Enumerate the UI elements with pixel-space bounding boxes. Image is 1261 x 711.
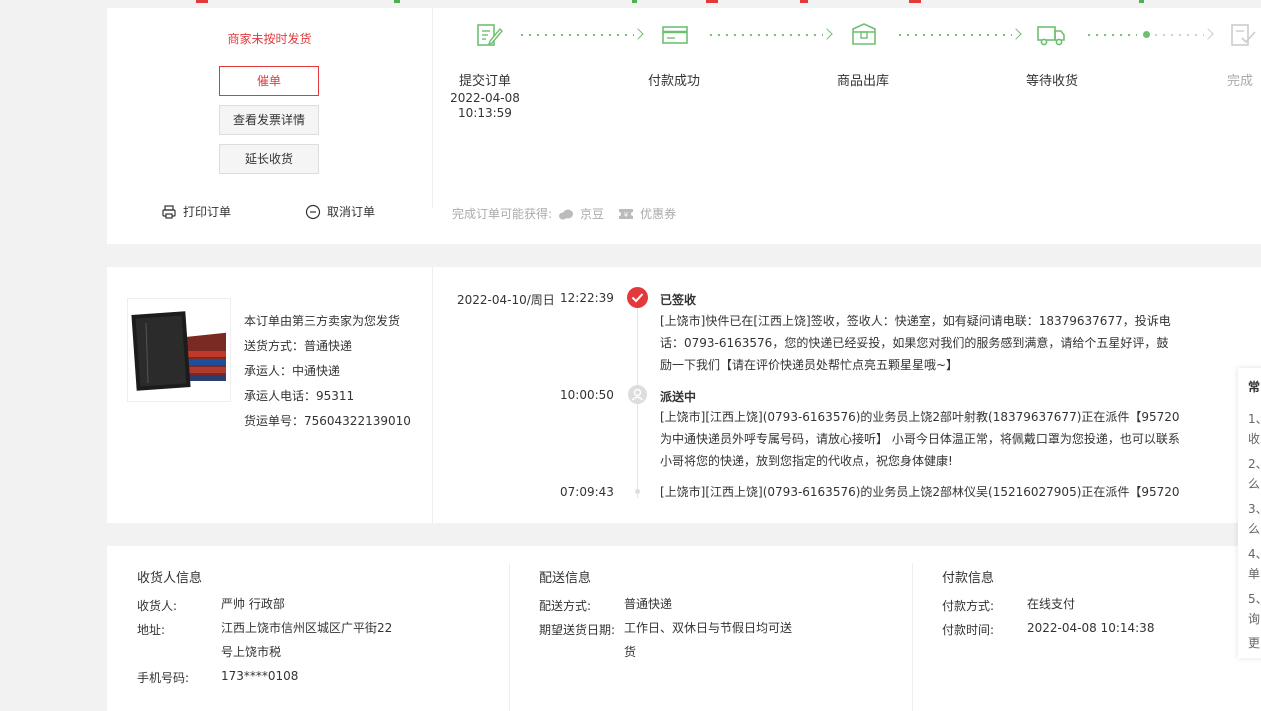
jingdou-icon bbox=[559, 209, 574, 219]
faq-item[interactable]: 么 bbox=[1248, 475, 1260, 492]
faq-item[interactable]: 3、 bbox=[1248, 500, 1261, 517]
payment-info-title: 付款信息 bbox=[942, 571, 995, 586]
extend-receipt-button[interactable]: 延长收货 bbox=[219, 144, 319, 174]
step-label-paid: 付款成功 bbox=[647, 74, 700, 89]
courier-icon bbox=[628, 385, 647, 404]
tracking-date: 2022-04-10/周日 bbox=[457, 293, 555, 307]
tracking-body: [上饶市][江西上饶](0793-6163576)的业务员上饶2部林仪吴(152… bbox=[660, 485, 1180, 499]
print-order-label: 打印订单 bbox=[183, 205, 232, 219]
payment-method: 在线支付 bbox=[1027, 597, 1076, 611]
product-thumbnail[interactable] bbox=[127, 298, 231, 402]
truck-icon bbox=[1037, 26, 1065, 46]
payment-icon bbox=[662, 26, 688, 44]
ship-carrier: 承运人：中通快递 bbox=[244, 364, 341, 378]
reward-row: 完成订单可能获得: 京豆 ¥ 优惠券 bbox=[452, 205, 676, 222]
delivery-method-label: 配送方式: bbox=[539, 599, 592, 613]
signed-check-icon bbox=[627, 287, 648, 308]
faq-more[interactable]: 更 bbox=[1248, 634, 1260, 651]
step-time: 10:13:59 bbox=[458, 106, 512, 120]
receiver-info-title: 收货人信息 bbox=[137, 571, 203, 586]
urge-order-button[interactable]: 催单 bbox=[219, 66, 319, 96]
view-invoice-button[interactable]: 查看发票详情 bbox=[219, 105, 319, 135]
ship-tracking-number: 货运单号：75604322139010 bbox=[244, 414, 411, 428]
delivery-date-label: 期望送货日期: bbox=[539, 623, 616, 637]
tracking-time: 07:09:43 bbox=[560, 485, 614, 499]
divider bbox=[509, 563, 510, 711]
faq-item[interactable]: 收 bbox=[1248, 430, 1260, 447]
step-date: 2022-04-08 bbox=[450, 91, 520, 105]
tracking-body: [上饶市][江西上饶](0793-6163576)的业务员上饶2部叶射教(183… bbox=[660, 410, 1180, 468]
top-nav-remnant bbox=[0, 0, 1261, 4]
minus-circle-icon bbox=[305, 204, 321, 219]
ship-seller-note: 本订单由第三方卖家为您发货 bbox=[244, 314, 401, 328]
phone-label: 手机号码: bbox=[137, 671, 190, 685]
payment-time: 2022-04-08 10:14:38 bbox=[1027, 621, 1155, 635]
faq-item[interactable]: 单 bbox=[1248, 565, 1260, 582]
tracking-body: [上饶市]快件已在[江西上饶]签收，签收人：快递室，如有疑问请电联：183796… bbox=[660, 314, 1171, 372]
faq-side-panel[interactable]: 常 1、 收 2、 么 3、 么 4、 单 5、 询 更 bbox=[1238, 368, 1261, 658]
tracking-title-delivering: 派送中 bbox=[660, 390, 697, 404]
progress-arrow-3 bbox=[896, 28, 1022, 40]
reward-coupon: 优惠券 bbox=[640, 207, 677, 221]
printer-icon bbox=[162, 204, 176, 219]
faq-title: 常 bbox=[1248, 380, 1261, 394]
ship-carrier-phone: 承运人电话：95311 bbox=[244, 389, 355, 403]
tracking-time: 12:22:39 bbox=[560, 291, 614, 305]
faq-item[interactable]: 么 bbox=[1248, 520, 1260, 537]
receiver-name: 严帅 行政部 bbox=[221, 597, 285, 611]
faq-item[interactable]: 1、 bbox=[1248, 410, 1261, 427]
payment-time-label: 付款时间: bbox=[942, 623, 995, 637]
phone-value: 173****0108 bbox=[221, 669, 299, 683]
coupon-icon: ¥ bbox=[619, 208, 634, 219]
delivery-date-line-1: 工作日、双休日与节假日均可送 bbox=[624, 621, 793, 635]
address-label: 地址: bbox=[137, 623, 166, 637]
faq-item[interactable]: 2、 bbox=[1248, 455, 1261, 472]
delivery-info-title: 配送信息 bbox=[539, 571, 592, 586]
svg-text:¥: ¥ bbox=[624, 211, 629, 219]
complete-icon bbox=[1231, 24, 1256, 46]
cancel-order-link[interactable]: 取消订单 bbox=[305, 203, 375, 220]
divider bbox=[432, 8, 433, 208]
package-icon bbox=[852, 23, 876, 45]
reward-label: 完成订单可能获得: bbox=[452, 207, 553, 221]
submit-order-icon bbox=[477, 24, 503, 46]
delivery-method: 普通快递 bbox=[624, 597, 673, 611]
notebook-image bbox=[128, 299, 230, 401]
cancel-order-label: 取消订单 bbox=[327, 205, 376, 219]
step-label-awaiting: 等待收货 bbox=[1025, 74, 1078, 89]
progress-current-dot bbox=[1143, 31, 1150, 38]
faq-item[interactable]: 5、 bbox=[1248, 590, 1261, 607]
progress-arrow-5 bbox=[1152, 28, 1214, 40]
timeline-dot bbox=[635, 489, 640, 494]
receiver-name-label: 收货人: bbox=[137, 599, 178, 613]
payment-method-label: 付款方式: bbox=[942, 599, 995, 613]
tracking-title-signed: 已签收 bbox=[660, 293, 697, 307]
tracking-time: 10:00:50 bbox=[560, 388, 614, 402]
divider bbox=[912, 563, 913, 711]
reward-jingdou: 京豆 bbox=[580, 207, 605, 221]
step-label-shipped: 商品出库 bbox=[836, 74, 889, 89]
delivery-date-line-2: 货 bbox=[624, 645, 637, 659]
progress-arrow-4 bbox=[1085, 34, 1145, 36]
order-status-text: 商家未按时发货 bbox=[227, 32, 312, 46]
faq-item[interactable]: 询 bbox=[1248, 610, 1260, 627]
print-order-link[interactable]: 打印订单 bbox=[161, 203, 231, 220]
step-label-complete: 完成 bbox=[1227, 74, 1254, 89]
address-line-2: 号上饶市税 bbox=[221, 645, 282, 659]
divider bbox=[432, 267, 433, 523]
progress-arrow-2 bbox=[707, 28, 833, 40]
step-label-submit: 提交订单 bbox=[458, 74, 511, 89]
address-line-1: 江西上饶市信州区城区广平街22 bbox=[221, 621, 393, 635]
card-zigzag-edge bbox=[107, 236, 1261, 250]
faq-item[interactable]: 4、 bbox=[1248, 545, 1261, 562]
progress-arrow-1 bbox=[518, 28, 644, 40]
ship-method: 送货方式：普通快递 bbox=[244, 339, 353, 353]
